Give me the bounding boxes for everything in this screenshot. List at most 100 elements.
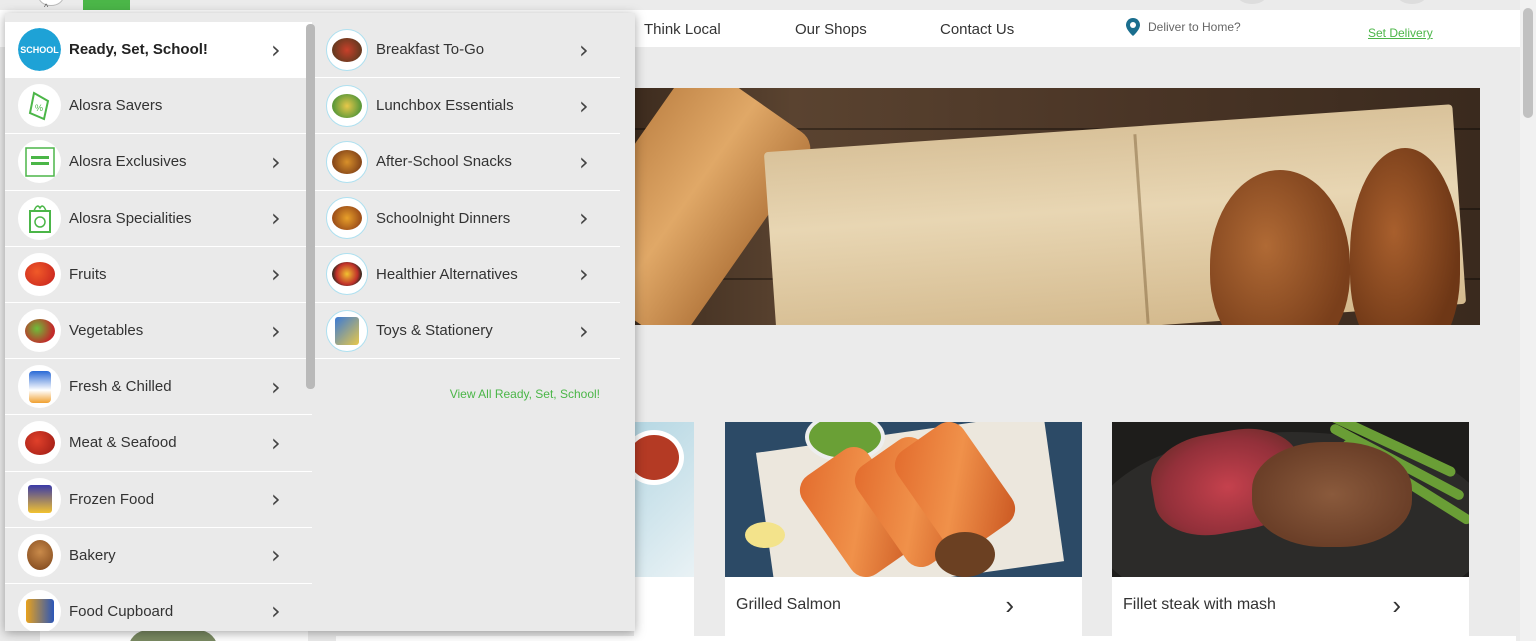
sauce-bowl-image	[634, 430, 684, 485]
category-alosra-specialities[interactable]: Alosra Specialities ›	[5, 191, 312, 247]
category-label: Alosra Exclusives	[69, 153, 187, 171]
subcategory-label: After-School Snacks	[376, 153, 512, 171]
chevron-right-icon[interactable]: ›	[1005, 592, 1014, 618]
recipe-card-fillet-steak[interactable]: Fillet steak with mash ›	[1112, 422, 1469, 638]
subcategory-schoolnight-dinners[interactable]: Schoolnight Dinners ›	[315, 191, 620, 247]
page-scrollbar-thumb[interactable]	[1523, 8, 1533, 118]
fruits-icon	[18, 252, 61, 296]
header-icon[interactable]	[1238, 0, 1266, 4]
grilled-salmon-image	[725, 422, 1082, 577]
subcategory-label: Lunchbox Essentials	[376, 97, 514, 115]
account-icon[interactable]	[38, 0, 64, 6]
category-label: Fresh & Chilled	[69, 378, 172, 396]
category-label: Alosra Specialities	[69, 209, 192, 227]
location-pin-icon	[1126, 18, 1140, 36]
nav-link-think-local[interactable]: Think Local	[644, 21, 721, 38]
chevron-right-icon: ›	[579, 316, 589, 345]
category-mega-menu: SCHOOL Ready, Set, School! › % Alosra Sa…	[5, 13, 635, 631]
chevron-right-icon: ›	[271, 316, 281, 345]
category-label: Food Cupboard	[69, 602, 174, 620]
category-label: Bakery	[69, 546, 116, 564]
category-frozen-food[interactable]: Frozen Food ›	[5, 472, 312, 528]
subcategory-label: Toys & Stationery	[376, 322, 493, 340]
chevron-right-icon: ›	[271, 541, 281, 570]
vegetables-icon	[18, 309, 61, 353]
category-label: Meat & Seafood	[69, 434, 177, 452]
chevron-right-icon: ›	[271, 485, 281, 514]
chevron-right-icon: ›	[271, 597, 281, 626]
lemon-slice	[745, 522, 785, 548]
category-vegetables[interactable]: Vegetables ›	[5, 303, 312, 360]
category-fresh-chilled[interactable]: Fresh & Chilled ›	[5, 359, 312, 416]
category-list: SCHOOL Ready, Set, School! › % Alosra Sa…	[5, 22, 312, 631]
alosra-exclusives-icon	[18, 140, 61, 184]
category-fruits[interactable]: Fruits ›	[5, 247, 312, 303]
peppercorn-spoon	[935, 532, 995, 577]
category-label: Alosra Savers	[69, 97, 163, 115]
school-icon: SCHOOL	[18, 28, 61, 72]
header-icon[interactable]	[1398, 0, 1426, 4]
snacks-icon	[326, 140, 368, 183]
category-ready-set-school[interactable]: SCHOOL Ready, Set, School! ›	[5, 22, 312, 79]
subcategory-lunchbox-essentials[interactable]: Lunchbox Essentials ›	[315, 78, 620, 135]
subcategory-healthier-alternatives[interactable]: Healthier Alternatives ›	[315, 247, 620, 303]
chevron-right-icon: ›	[271, 372, 281, 401]
recipe-title: Fillet steak with mash	[1123, 596, 1276, 613]
svg-text:%: %	[35, 103, 43, 113]
recipe-title: Grilled Salmon	[736, 596, 841, 613]
bakery-icon	[18, 533, 61, 577]
product-tile[interactable]	[40, 630, 308, 641]
chevron-right-icon[interactable]: ›	[1392, 592, 1401, 618]
meat-icon	[18, 421, 61, 465]
deliver-to-home[interactable]: Deliver to Home?	[1126, 18, 1241, 36]
recipe-card-image[interactable]	[634, 422, 694, 577]
fillet-steak-image	[1112, 422, 1469, 577]
food-cupboard-icon	[18, 589, 61, 631]
category-alosra-exclusives[interactable]: Alosra Exclusives ›	[5, 134, 312, 191]
category-label: Fruits	[69, 265, 107, 283]
category-food-cupboard[interactable]: Food Cupboard ›	[5, 584, 312, 631]
toys-icon	[326, 309, 368, 352]
healthy-icon	[326, 253, 368, 296]
nav-link-contact-us[interactable]: Contact Us	[940, 21, 1014, 38]
hero-banner[interactable]	[620, 88, 1480, 325]
chevron-right-icon: ›	[271, 260, 281, 289]
menu-scrollbar[interactable]	[306, 24, 315, 389]
content-strip	[336, 636, 1516, 641]
category-label: Vegetables	[69, 322, 144, 340]
dinner-icon	[326, 197, 368, 240]
subcategory-label: Schoolnight Dinners	[376, 209, 511, 227]
view-all-link[interactable]: View All Ready, Set, School!	[450, 387, 600, 401]
deliver-label: Deliver to Home?	[1148, 20, 1241, 34]
category-bakery[interactable]: Bakery ›	[5, 528, 312, 584]
chevron-right-icon: ›	[271, 204, 281, 233]
lunchbox-icon	[326, 84, 368, 127]
grocery-bag-icon	[18, 196, 61, 240]
dairy-icon	[18, 365, 61, 409]
chevron-right-icon: ›	[271, 35, 281, 64]
category-alosra-savers[interactable]: % Alosra Savers	[5, 78, 312, 135]
chevron-right-icon: ›	[579, 35, 589, 64]
chevron-right-icon: ›	[271, 147, 281, 176]
subcategory-label: Breakfast To-Go	[376, 41, 485, 59]
subcategory-breakfast-to-go[interactable]: Breakfast To-Go ›	[315, 22, 620, 79]
set-delivery-link[interactable]: Set Delivery	[1368, 26, 1433, 40]
subcategory-after-school-snacks[interactable]: After-School Snacks ›	[315, 134, 620, 191]
nav-link-our-shops[interactable]: Our Shops	[795, 21, 867, 38]
page-scrollbar[interactable]	[1520, 0, 1536, 641]
recipe-card-grilled-salmon[interactable]: Grilled Salmon ›	[725, 422, 1082, 638]
subcategory-list: Breakfast To-Go › Lunchbox Essentials › …	[315, 22, 620, 631]
recipe-card-footer[interactable]	[634, 577, 694, 638]
category-meat-seafood[interactable]: Meat & Seafood ›	[5, 415, 312, 472]
chevron-right-icon: ›	[579, 91, 589, 120]
product-image	[128, 630, 218, 641]
chevron-right-icon: ›	[579, 260, 589, 289]
chevron-right-icon: ›	[579, 204, 589, 233]
chevron-right-icon: ›	[271, 428, 281, 457]
category-label: Ready, Set, School!	[69, 41, 208, 59]
category-label: Frozen Food	[69, 490, 155, 508]
menu-button[interactable]	[83, 0, 130, 10]
subcategory-toys-stationery[interactable]: Toys & Stationery ›	[315, 303, 620, 360]
steak-slice	[1252, 442, 1412, 547]
frozen-food-icon	[18, 477, 61, 521]
